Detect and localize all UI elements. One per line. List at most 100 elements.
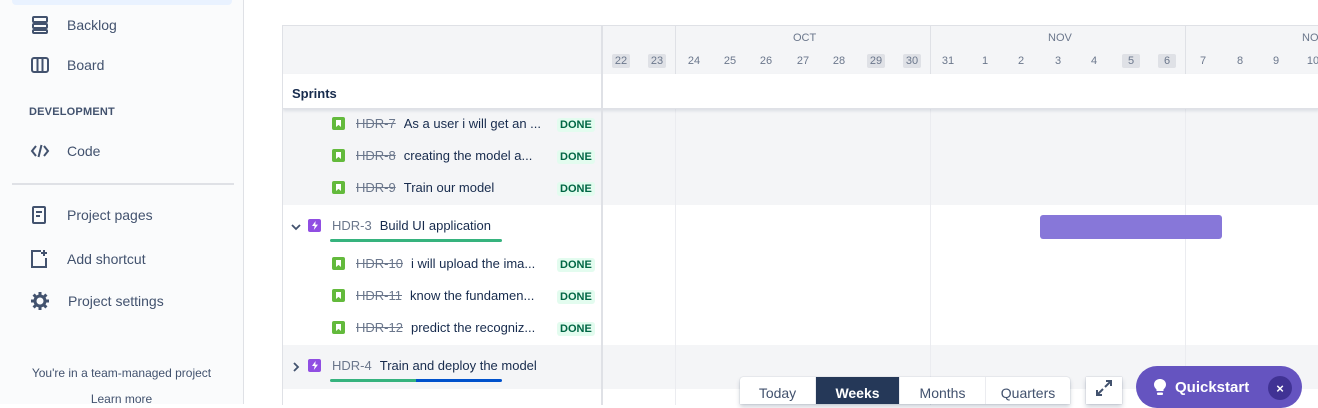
status-badge: DONE bbox=[557, 150, 595, 164]
day-label: 5 bbox=[1122, 54, 1140, 68]
issue-row-hdr-3[interactable]: HDR-3 Build UI application bbox=[308, 218, 491, 233]
sidebar-item-add-shortcut[interactable]: Add shortcut bbox=[28, 248, 146, 270]
issue-row-hdr-8[interactable]: HDR-8 creating the model a... bbox=[332, 148, 550, 163]
story-icon bbox=[332, 149, 345, 162]
day-label: 23 bbox=[648, 54, 666, 68]
day-label: 8 bbox=[1236, 55, 1244, 67]
day-label: 22 bbox=[612, 54, 630, 68]
sidebar-item-label: Backlog bbox=[67, 17, 117, 33]
issue-row-hdr-9[interactable]: HDR-9 Train our model bbox=[332, 180, 550, 195]
day-label: 9 bbox=[1272, 55, 1280, 67]
issue-summary[interactable]: Train our model bbox=[404, 180, 550, 195]
month-label: OCT bbox=[793, 32, 817, 44]
day-label: 6 bbox=[1158, 54, 1176, 68]
weeks-button[interactable]: Weeks bbox=[816, 377, 900, 404]
day-label: 28 bbox=[832, 55, 846, 67]
day-label: 31 bbox=[941, 55, 955, 67]
day-label: 30 bbox=[903, 54, 921, 68]
issue-row-hdr-12[interactable]: HDR-12 predict the recogniz... bbox=[332, 320, 547, 335]
issue-summary[interactable]: creating the model a... bbox=[404, 148, 550, 163]
epic-icon bbox=[308, 219, 321, 232]
epic-progress-done bbox=[330, 379, 416, 382]
gear-icon bbox=[29, 290, 51, 312]
sidebar-item-project-settings[interactable]: Project settings bbox=[29, 290, 164, 312]
month-separator bbox=[1185, 26, 1186, 74]
day-label: 7 bbox=[1199, 55, 1207, 67]
timeline-view: OCT NOV NO 22 23 24 25 26 27 28 29 30 31… bbox=[282, 25, 1318, 405]
sidebar-divider bbox=[12, 183, 234, 185]
issue-summary[interactable]: As a user i will get an ... bbox=[404, 116, 550, 131]
add-shortcut-icon bbox=[28, 248, 50, 270]
status-badge: DONE bbox=[557, 290, 595, 304]
epic-progress-done bbox=[330, 239, 502, 242]
status-badge: DONE bbox=[557, 182, 595, 196]
chevron-right-icon[interactable] bbox=[291, 362, 301, 372]
issue-key[interactable]: HDR-4 bbox=[332, 358, 372, 373]
status-badge: DONE bbox=[557, 258, 595, 272]
issue-key[interactable]: HDR-7 bbox=[356, 116, 396, 131]
sprints-row bbox=[283, 74, 1318, 109]
code-icon bbox=[29, 140, 51, 162]
epic-timeline-bar-hdr-3[interactable] bbox=[1040, 215, 1222, 239]
sidebar-item-label: Code bbox=[67, 143, 101, 159]
day-label: 3 bbox=[1054, 55, 1062, 67]
issue-row-hdr-4[interactable]: HDR-4 Train and deploy the model bbox=[308, 358, 537, 373]
issue-key[interactable]: HDR-11 bbox=[356, 288, 402, 303]
issue-summary[interactable]: Train and deploy the model bbox=[380, 358, 537, 373]
months-button[interactable]: Months bbox=[900, 377, 986, 404]
issue-key[interactable]: HDR-9 bbox=[356, 180, 396, 195]
sidebar: Backlog Board DEVELOPMENT Code Project p… bbox=[0, 0, 244, 406]
chevron-down-icon[interactable] bbox=[291, 222, 301, 232]
sidebar-item-code[interactable]: Code bbox=[29, 140, 100, 162]
month-separator bbox=[930, 26, 931, 74]
day-label: 25 bbox=[723, 55, 737, 67]
quickstart-button[interactable]: Quickstart × bbox=[1136, 366, 1302, 408]
issue-summary[interactable]: know the fundamen... bbox=[410, 288, 546, 303]
week-gridline bbox=[1185, 74, 1186, 405]
close-icon[interactable]: × bbox=[1268, 376, 1292, 400]
sidebar-item-backlog[interactable]: Backlog bbox=[29, 14, 117, 36]
sidebar-item-project-pages[interactable]: Project pages bbox=[28, 204, 153, 226]
issue-summary[interactable]: Build UI application bbox=[380, 218, 491, 233]
zoom-controls: Today Weeks Months Quarters bbox=[740, 377, 1070, 404]
status-badge: DONE bbox=[557, 322, 595, 336]
list-column-divider[interactable] bbox=[601, 26, 603, 405]
lightbulb-icon bbox=[1153, 378, 1167, 396]
today-button[interactable]: Today bbox=[740, 377, 816, 404]
day-label: 10 bbox=[1306, 55, 1318, 67]
sidebar-item-label: Add shortcut bbox=[67, 251, 146, 267]
issue-key[interactable]: HDR-10 bbox=[356, 256, 403, 271]
issue-key[interactable]: HDR-12 bbox=[356, 320, 403, 335]
expand-icon bbox=[1095, 379, 1113, 402]
issue-summary[interactable]: predict the recogniz... bbox=[411, 320, 547, 335]
week-gridline bbox=[930, 74, 931, 405]
sidebar-item-board[interactable]: Board bbox=[29, 54, 104, 76]
day-label: 4 bbox=[1090, 55, 1098, 67]
sidebar-item-label: Project pages bbox=[67, 207, 153, 223]
board-icon bbox=[29, 54, 51, 76]
issue-key[interactable]: HDR-3 bbox=[332, 218, 372, 233]
sidebar-item-label: Project settings bbox=[68, 293, 164, 309]
issue-row-hdr-7[interactable]: HDR-7 As a user i will get an ... bbox=[332, 116, 550, 131]
active-item-highlight bbox=[12, 0, 232, 5]
section-title-development: DEVELOPMENT bbox=[29, 106, 115, 118]
team-managed-note: You're in a team-managed project bbox=[31, 366, 212, 380]
sidebar-item-label: Board bbox=[67, 57, 105, 73]
sprints-label: Sprints bbox=[292, 86, 337, 101]
story-icon bbox=[332, 181, 345, 194]
backlog-icon bbox=[29, 14, 51, 36]
issue-key[interactable]: HDR-8 bbox=[356, 148, 396, 163]
story-icon bbox=[332, 117, 345, 130]
story-icon bbox=[332, 321, 345, 334]
fullscreen-button[interactable] bbox=[1086, 377, 1122, 404]
epic-progress-in-progress bbox=[416, 379, 502, 382]
issue-row-hdr-10[interactable]: HDR-10 i will upload the ima... bbox=[332, 256, 547, 271]
day-label: 27 bbox=[796, 55, 810, 67]
month-label: NO bbox=[1302, 32, 1318, 44]
day-label: 2 bbox=[1017, 55, 1025, 67]
quarters-button[interactable]: Quarters bbox=[986, 377, 1070, 404]
week-gridline bbox=[675, 74, 676, 405]
issue-row-hdr-11[interactable]: HDR-11 know the fundamen... bbox=[332, 288, 546, 303]
page-icon bbox=[28, 204, 50, 226]
issue-summary[interactable]: i will upload the ima... bbox=[411, 256, 547, 271]
